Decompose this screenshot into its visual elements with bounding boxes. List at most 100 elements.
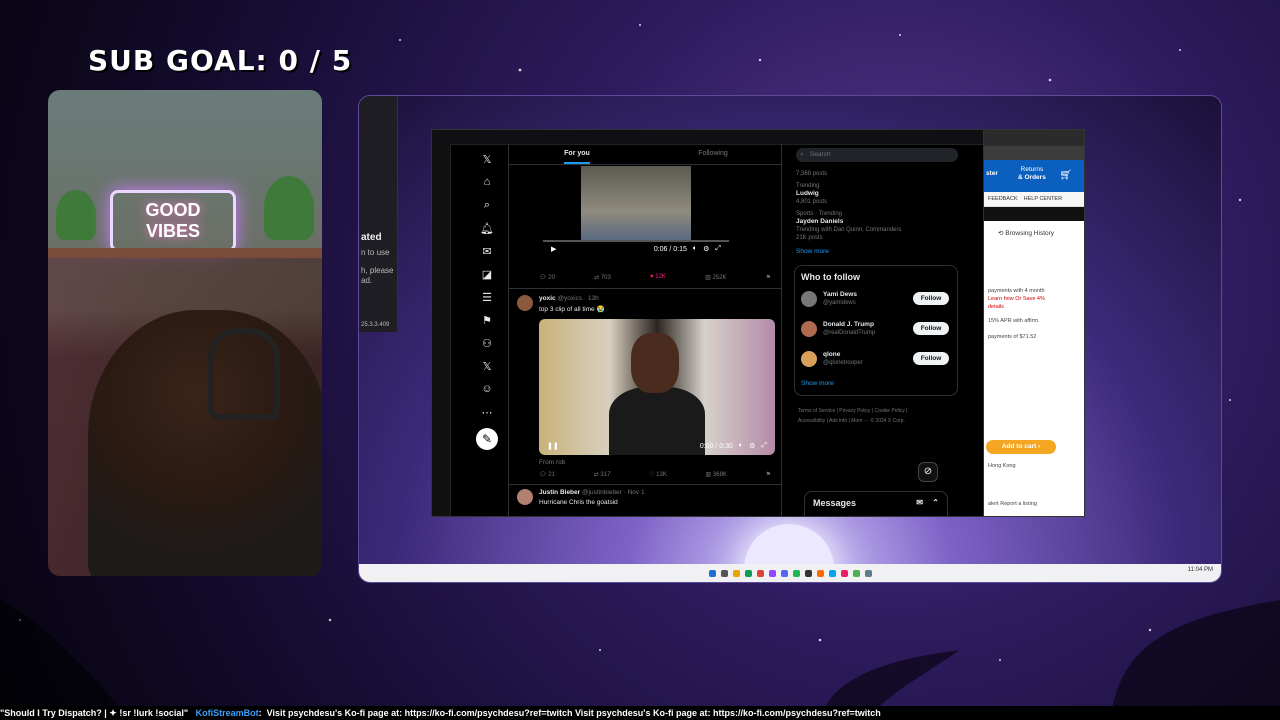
pause-icon[interactable]: ❚❚	[547, 442, 559, 450]
follow-button[interactable]: Follow	[913, 352, 949, 365]
cart-icon[interactable]: 🛒︎	[1059, 170, 1072, 181]
post-button[interactable]: ✎	[476, 428, 498, 450]
like-count[interactable]: ♥ 12K	[650, 274, 666, 284]
spotify-icon[interactable]	[792, 569, 800, 577]
app-icon[interactable]	[852, 569, 860, 577]
video-progress[interactable]	[543, 240, 729, 242]
follow-suggestion[interactable]: Donald J. Trump @realDonaldTrump Follow	[795, 316, 957, 346]
taskbar: 11:04 PM	[359, 564, 1221, 582]
trend-item[interactable]: 7,368 posts	[790, 168, 962, 180]
post-author[interactable]: yoxic @yoxics · 13h	[539, 295, 599, 302]
settings-icon[interactable]: ⚙	[749, 442, 755, 450]
post-2[interactable]: yoxic @yoxics · 13h top 3 clip of all ti…	[509, 288, 781, 481]
browser-titlebar	[984, 130, 1084, 146]
bookmark-icon[interactable]: ⚑	[766, 471, 771, 481]
feedback-link[interactable]: FEEDBACK	[988, 196, 1018, 202]
bookmarks-icon[interactable]: ⚑	[480, 313, 494, 327]
post-video-1[interactable]: ▶ 0:06 / 0:15 🔈︎ ⚙ ⤢	[543, 166, 729, 258]
trend-item[interactable]: Sports · Trending Jayden Daniels Trendin…	[790, 208, 962, 244]
chrome-icon[interactable]	[744, 569, 752, 577]
obs-icon[interactable]	[804, 569, 812, 577]
bookmark-icon[interactable]: ⚑	[766, 274, 771, 284]
report-listing-link[interactable]: alert Report a listing	[984, 496, 1041, 512]
folder-icon[interactable]	[732, 569, 740, 577]
footer-links[interactable]: Terms of Service | Privacy Policy | Cook…	[790, 402, 962, 430]
post-2-actions: 💬︎ 21 ⇄ 317 ♡ 13K ▥ 368K ⚑	[539, 471, 771, 481]
avatar[interactable]	[801, 351, 817, 367]
repost-count[interactable]: ⇄ 317	[594, 471, 611, 481]
volume-icon[interactable]: 🔈︎	[693, 245, 697, 253]
tab-for-you[interactable]: For you	[509, 144, 645, 164]
search-icon[interactable]: ⌕	[480, 198, 494, 212]
edge-icon[interactable]	[828, 569, 836, 577]
plant-right	[264, 176, 314, 240]
app-icon[interactable]	[840, 569, 848, 577]
profile-icon[interactable]: ☺	[480, 382, 494, 396]
fullscreen-icon[interactable]: ⤢	[715, 245, 721, 253]
grok-button[interactable]: ⊘	[918, 462, 938, 482]
start-icon[interactable]	[708, 569, 716, 577]
app-icon[interactable]	[816, 569, 824, 577]
search-icon[interactable]	[720, 569, 728, 577]
communities-icon[interactable]: ⚇	[480, 336, 494, 350]
notifications-icon[interactable]: 🔔︎	[480, 221, 494, 235]
compose-message-icon[interactable]: ✉	[916, 498, 923, 507]
add-to-cart-button[interactable]: Add to cart ›	[986, 440, 1056, 454]
reply-count[interactable]: 💬︎ 21	[539, 471, 555, 481]
reply-count[interactable]: 💬︎ 20	[539, 274, 555, 284]
discord-icon[interactable]	[780, 569, 788, 577]
desktop-capture: ated n to use h, please ad. 25.3.3.409 𝕏…	[358, 95, 1222, 583]
tab-following[interactable]: Following	[645, 144, 781, 164]
messages-icon[interactable]: ✉	[480, 244, 494, 258]
avatar[interactable]	[517, 489, 533, 505]
follow-handle: @qlonetrooper	[823, 360, 863, 366]
more-icon[interactable]: ⋯	[480, 405, 494, 419]
volume-icon[interactable]: 🔈︎	[739, 442, 743, 450]
app-icon[interactable]	[864, 569, 872, 577]
left-window-line-3: ad.	[361, 276, 373, 285]
browser-sidebar	[432, 144, 451, 516]
help-center-link[interactable]: HELP CENTER	[1024, 196, 1062, 202]
avatar[interactable]	[801, 291, 817, 307]
trend-item[interactable]: Trending Ludwig 4,801 posts	[790, 180, 962, 208]
lists-icon[interactable]: ☰	[480, 290, 494, 304]
follow-suggestion[interactable]: Yami Dews @yamidews Follow	[795, 286, 957, 316]
repost-count[interactable]: ⇄ 703	[594, 274, 611, 284]
follow-name[interactable]: qlone	[823, 351, 840, 358]
follow-name[interactable]: Donald J. Trump	[823, 321, 874, 328]
returns-orders-link[interactable]: Returns & Orders	[1018, 166, 1046, 182]
follow-button[interactable]: Follow	[913, 292, 949, 305]
x-nav: 𝕏 ⌂ ⌕ 🔔︎ ✉ ◪ ☰ ⚑ ⚇ 𝕏 ☺ ⋯ ✎	[472, 152, 502, 450]
messages-drawer[interactable]: Messages ✉ ⌃	[804, 491, 948, 516]
post-3[interactable]: Justin Bieber @justinbieber · Nov 1 Hurr…	[509, 484, 781, 516]
play-icon[interactable]: ▶	[551, 245, 556, 253]
follow-button[interactable]: Follow	[913, 322, 949, 335]
home-icon[interactable]: ⌂	[480, 175, 494, 189]
follow-name[interactable]: Yami Dews	[823, 291, 857, 298]
settings-icon[interactable]: ⚙	[703, 245, 709, 253]
store-header-text[interactable]: ster	[986, 170, 998, 177]
show-more-link[interactable]: Show more	[790, 244, 962, 259]
avatar[interactable]	[517, 295, 533, 311]
follow-handle: @yamidews	[823, 300, 856, 306]
avatar[interactable]	[801, 321, 817, 337]
clock: 11:04 PM	[1187, 567, 1213, 573]
show-more-link[interactable]: Show more	[795, 376, 957, 391]
twitch-icon[interactable]	[768, 569, 776, 577]
follow-suggestion[interactable]: qlone @qlonetrooper Follow	[795, 346, 957, 376]
left-window-version: 25.3.3.409	[361, 322, 390, 328]
x-logo-icon[interactable]: 𝕏	[480, 152, 494, 166]
post-video-2[interactable]: ❚❚ 0:00 / 0:30 🔈︎ ⚙ ⤢	[539, 319, 775, 455]
youtube-icon[interactable]	[756, 569, 764, 577]
fullscreen-icon[interactable]: ⤢	[761, 442, 767, 450]
search-input[interactable]: ⌕ Search	[796, 148, 958, 162]
video-time: 0:06 / 0:15	[653, 245, 687, 253]
payment-info: payments with 4 month Learn how Or Save …	[988, 288, 1045, 340]
post-author[interactable]: Justin Bieber @justinbieber · Nov 1	[539, 489, 645, 496]
premium-icon[interactable]: 𝕏	[480, 359, 494, 373]
chevron-up-icon[interactable]: ⌃	[932, 498, 939, 507]
grok-icon[interactable]: ◪	[480, 267, 494, 281]
browsing-history-link[interactable]: ⟲ Browsing History	[984, 221, 1084, 237]
like-count[interactable]: ♡ 13K	[649, 471, 667, 481]
ticker-bot-name: KofiStreamBot	[195, 708, 259, 718]
